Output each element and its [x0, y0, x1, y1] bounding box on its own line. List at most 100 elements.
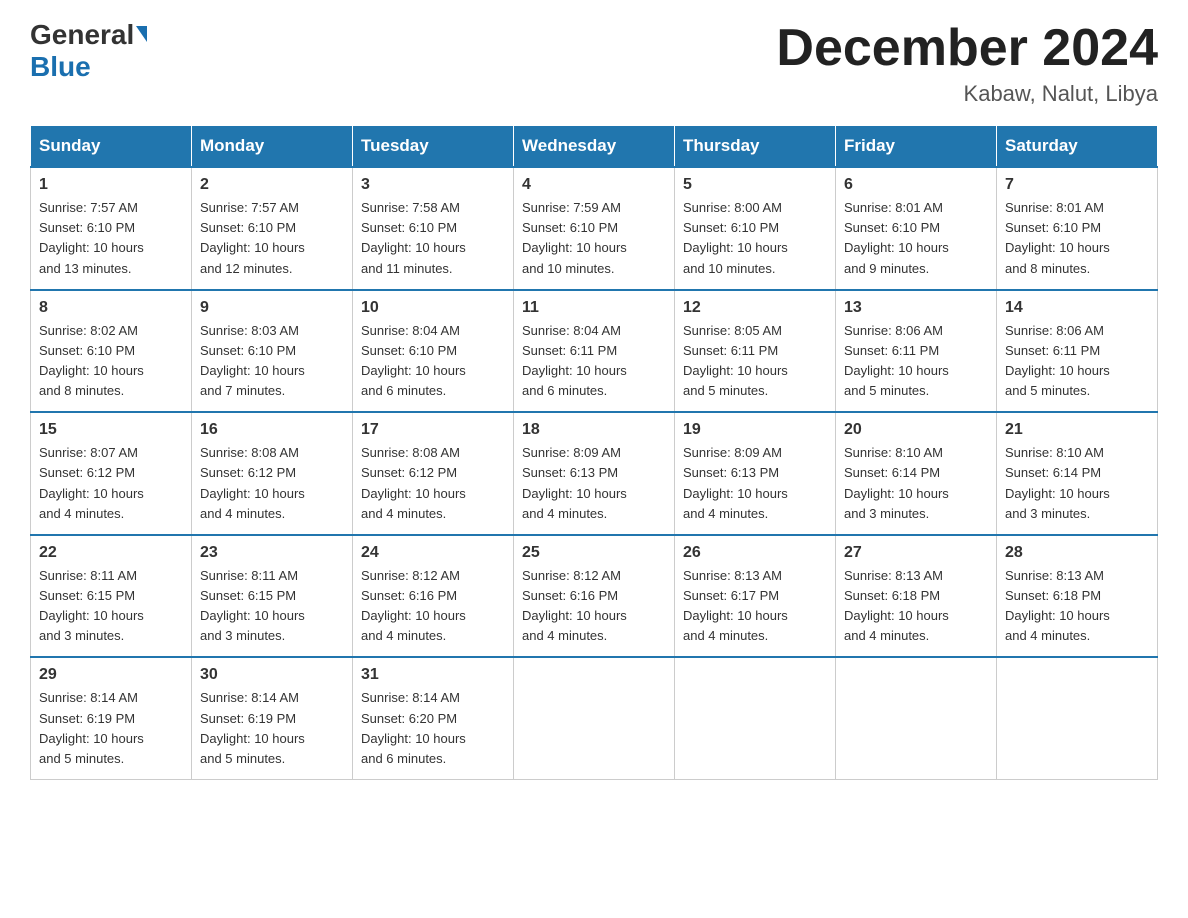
calendar-cell: 27 Sunrise: 8:13 AM Sunset: 6:18 PM Dayli…	[836, 535, 997, 658]
calendar-cell	[675, 657, 836, 779]
weekday-header-sunday: Sunday	[31, 126, 192, 168]
day-number: 27	[844, 544, 988, 562]
day-number: 9	[200, 299, 344, 317]
calendar-week-row: 15 Sunrise: 8:07 AM Sunset: 6:12 PM Dayli…	[31, 412, 1158, 535]
calendar-week-row: 29 Sunrise: 8:14 AM Sunset: 6:19 PM Dayli…	[31, 657, 1158, 779]
day-number: 2	[200, 176, 344, 194]
weekday-header-monday: Monday	[192, 126, 353, 168]
logo-triangle-icon	[136, 26, 147, 42]
page-title: December 2024	[776, 20, 1158, 77]
day-number: 11	[522, 299, 666, 317]
day-info: Sunrise: 8:12 AM Sunset: 6:16 PM Dayligh…	[361, 566, 505, 647]
day-info: Sunrise: 8:02 AM Sunset: 6:10 PM Dayligh…	[39, 321, 183, 402]
day-info: Sunrise: 8:03 AM Sunset: 6:10 PM Dayligh…	[200, 321, 344, 402]
calendar-table: SundayMondayTuesdayWednesdayThursdayFrid…	[30, 125, 1158, 780]
calendar-cell: 20 Sunrise: 8:10 AM Sunset: 6:14 PM Dayli…	[836, 412, 997, 535]
calendar-cell: 5Sunrise: 8:00 AM Sunset: 6:10 PM Daylig…	[675, 167, 836, 290]
day-number: 15	[39, 421, 183, 439]
calendar-cell: 15 Sunrise: 8:07 AM Sunset: 6:12 PM Dayli…	[31, 412, 192, 535]
day-info: Sunrise: 8:14 AM Sunset: 6:19 PM Dayligh…	[39, 688, 183, 769]
day-info: Sunrise: 8:01 AM Sunset: 6:10 PM Dayligh…	[1005, 198, 1149, 279]
day-number: 6	[844, 176, 988, 194]
calendar-week-row: 1 Sunrise: 7:57 AM Sunset: 6:10 PM Daylig…	[31, 167, 1158, 290]
logo-general: General	[30, 20, 134, 51]
day-info: Sunrise: 8:08 AM Sunset: 6:12 PM Dayligh…	[361, 443, 505, 524]
day-number: 3	[361, 176, 505, 194]
day-info: Sunrise: 8:10 AM Sunset: 6:14 PM Dayligh…	[1005, 443, 1149, 524]
calendar-cell: 12Sunrise: 8:05 AM Sunset: 6:11 PM Dayli…	[675, 290, 836, 413]
day-info: Sunrise: 8:10 AM Sunset: 6:14 PM Dayligh…	[844, 443, 988, 524]
day-number: 16	[200, 421, 344, 439]
day-number: 1	[39, 176, 183, 194]
day-number: 7	[1005, 176, 1149, 194]
calendar-cell: 25 Sunrise: 8:12 AM Sunset: 6:16 PM Dayli…	[514, 535, 675, 658]
calendar-cell: 6 Sunrise: 8:01 AM Sunset: 6:10 PM Daylig…	[836, 167, 997, 290]
calendar-cell	[997, 657, 1158, 779]
day-number: 26	[683, 544, 827, 562]
page-subtitle: Kabaw, Nalut, Libya	[776, 81, 1158, 107]
day-number: 13	[844, 299, 988, 317]
logo-blue: Blue	[30, 51, 91, 83]
day-info: Sunrise: 8:09 AM Sunset: 6:13 PM Dayligh…	[522, 443, 666, 524]
day-number: 31	[361, 666, 505, 684]
day-info: Sunrise: 8:09 AM Sunset: 6:13 PM Dayligh…	[683, 443, 827, 524]
logo: General Blue	[30, 20, 147, 83]
day-number: 25	[522, 544, 666, 562]
calendar-cell: 10 Sunrise: 8:04 AM Sunset: 6:10 PM Dayli…	[353, 290, 514, 413]
day-info: Sunrise: 7:57 AM Sunset: 6:10 PM Dayligh…	[200, 198, 344, 279]
calendar-cell: 19 Sunrise: 8:09 AM Sunset: 6:13 PM Dayli…	[675, 412, 836, 535]
weekday-header-saturday: Saturday	[997, 126, 1158, 168]
day-number: 18	[522, 421, 666, 439]
calendar-cell: 21Sunrise: 8:10 AM Sunset: 6:14 PM Dayli…	[997, 412, 1158, 535]
day-number: 8	[39, 299, 183, 317]
calendar-week-row: 8 Sunrise: 8:02 AM Sunset: 6:10 PM Daylig…	[31, 290, 1158, 413]
calendar-cell	[836, 657, 997, 779]
day-number: 10	[361, 299, 505, 317]
calendar-cell: 2 Sunrise: 7:57 AM Sunset: 6:10 PM Daylig…	[192, 167, 353, 290]
calendar-cell: 1Sunrise: 7:57 AM Sunset: 6:10 PM Daylig…	[31, 167, 192, 290]
weekday-header-friday: Friday	[836, 126, 997, 168]
day-info: Sunrise: 8:04 AM Sunset: 6:10 PM Dayligh…	[361, 321, 505, 402]
weekday-header-tuesday: Tuesday	[353, 126, 514, 168]
day-info: Sunrise: 8:11 AM Sunset: 6:15 PM Dayligh…	[39, 566, 183, 647]
day-info: Sunrise: 8:08 AM Sunset: 6:12 PM Dayligh…	[200, 443, 344, 524]
day-number: 28	[1005, 544, 1149, 562]
day-info: Sunrise: 8:14 AM Sunset: 6:19 PM Dayligh…	[200, 688, 344, 769]
day-number: 4	[522, 176, 666, 194]
day-info: Sunrise: 7:58 AM Sunset: 6:10 PM Dayligh…	[361, 198, 505, 279]
page-header: General Blue December 2024 Kabaw, Nalut,…	[30, 20, 1158, 107]
day-number: 30	[200, 666, 344, 684]
calendar-cell: 9 Sunrise: 8:03 AM Sunset: 6:10 PM Daylig…	[192, 290, 353, 413]
weekday-header-wednesday: Wednesday	[514, 126, 675, 168]
calendar-cell: 13Sunrise: 8:06 AM Sunset: 6:11 PM Dayli…	[836, 290, 997, 413]
day-info: Sunrise: 8:07 AM Sunset: 6:12 PM Dayligh…	[39, 443, 183, 524]
calendar-cell: 18 Sunrise: 8:09 AM Sunset: 6:13 PM Dayli…	[514, 412, 675, 535]
calendar-cell	[514, 657, 675, 779]
calendar-week-row: 22 Sunrise: 8:11 AM Sunset: 6:15 PM Dayli…	[31, 535, 1158, 658]
title-block: December 2024 Kabaw, Nalut, Libya	[776, 20, 1158, 107]
day-info: Sunrise: 8:01 AM Sunset: 6:10 PM Dayligh…	[844, 198, 988, 279]
calendar-cell: 24Sunrise: 8:12 AM Sunset: 6:16 PM Dayli…	[353, 535, 514, 658]
day-number: 22	[39, 544, 183, 562]
day-info: Sunrise: 8:04 AM Sunset: 6:11 PM Dayligh…	[522, 321, 666, 402]
day-info: Sunrise: 8:06 AM Sunset: 6:11 PM Dayligh…	[1005, 321, 1149, 402]
calendar-cell: 11 Sunrise: 8:04 AM Sunset: 6:11 PM Dayli…	[514, 290, 675, 413]
calendar-cell: 26 Sunrise: 8:13 AM Sunset: 6:17 PM Dayli…	[675, 535, 836, 658]
day-number: 29	[39, 666, 183, 684]
day-number: 19	[683, 421, 827, 439]
day-number: 20	[844, 421, 988, 439]
calendar-cell: 30 Sunrise: 8:14 AM Sunset: 6:19 PM Dayli…	[192, 657, 353, 779]
day-info: Sunrise: 7:59 AM Sunset: 6:10 PM Dayligh…	[522, 198, 666, 279]
day-info: Sunrise: 8:14 AM Sunset: 6:20 PM Dayligh…	[361, 688, 505, 769]
calendar-cell: 4 Sunrise: 7:59 AM Sunset: 6:10 PM Daylig…	[514, 167, 675, 290]
calendar-cell: 31 Sunrise: 8:14 AM Sunset: 6:20 PM Dayli…	[353, 657, 514, 779]
calendar-cell: 23Sunrise: 8:11 AM Sunset: 6:15 PM Dayli…	[192, 535, 353, 658]
day-info: Sunrise: 8:05 AM Sunset: 6:11 PM Dayligh…	[683, 321, 827, 402]
day-number: 14	[1005, 299, 1149, 317]
calendar-cell: 14 Sunrise: 8:06 AM Sunset: 6:11 PM Dayli…	[997, 290, 1158, 413]
day-info: Sunrise: 8:12 AM Sunset: 6:16 PM Dayligh…	[522, 566, 666, 647]
calendar-cell: 8 Sunrise: 8:02 AM Sunset: 6:10 PM Daylig…	[31, 290, 192, 413]
day-info: Sunrise: 8:13 AM Sunset: 6:17 PM Dayligh…	[683, 566, 827, 647]
day-info: Sunrise: 8:13 AM Sunset: 6:18 PM Dayligh…	[844, 566, 988, 647]
day-info: Sunrise: 8:00 AM Sunset: 6:10 PM Dayligh…	[683, 198, 827, 279]
